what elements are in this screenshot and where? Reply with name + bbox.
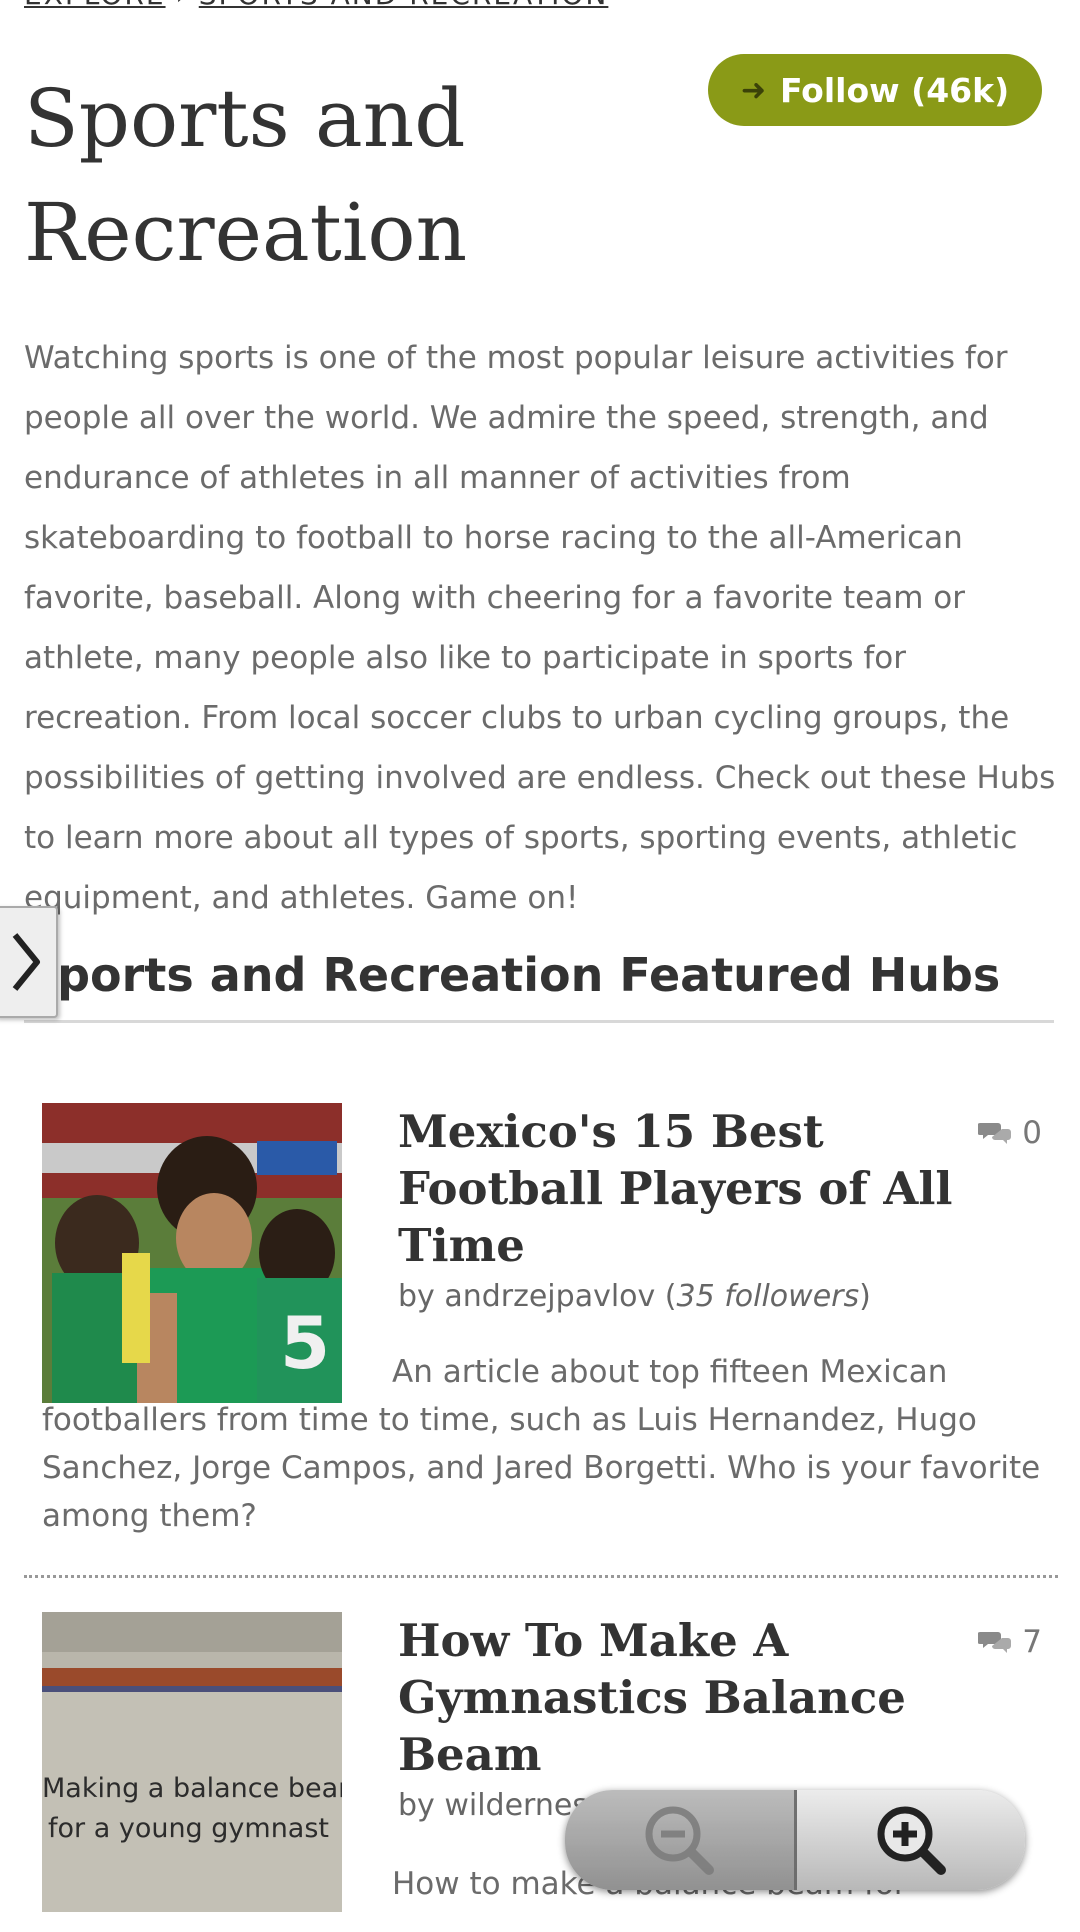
author-close-paren: )	[859, 1279, 871, 1314]
author-byline[interactable]: by andrzejpavlov (	[398, 1279, 677, 1314]
comment-count[interactable]: 0	[978, 1115, 1042, 1151]
zoom-controls	[565, 1790, 1025, 1890]
arrow-right-icon: ➜	[740, 72, 766, 108]
zoom-in-button[interactable]	[797, 1790, 1026, 1890]
hub-summary-text: An article about top fifteen Mexican foo…	[42, 1354, 1041, 1534]
hub-summary: An article about top fifteen Mexican foo…	[42, 1348, 1052, 1540]
comment-bubbles-icon	[978, 1632, 1012, 1653]
comment-bubbles-icon	[978, 1123, 1012, 1144]
breadcrumb-explore-link[interactable]: EXPLORE	[24, 0, 166, 11]
author-byline[interactable]: by wildernes	[398, 1788, 588, 1823]
side-panel-toggle[interactable]	[0, 906, 58, 1018]
hub-item: 5 0 Mexico's 15 Best Football Players of…	[24, 1103, 1058, 1578]
comment-count-value: 7	[1022, 1624, 1042, 1660]
breadcrumb-separator: ›	[176, 0, 189, 11]
hub-title-link[interactable]: Mexico's 15 Best Football Players of All…	[398, 1103, 958, 1274]
hub-title-link[interactable]: How To Make A Gymnastics Balance Beam	[398, 1612, 958, 1783]
comment-count[interactable]: 7	[978, 1624, 1042, 1660]
hub-author: by wildernes	[398, 1788, 588, 1823]
chevron-right-icon	[12, 933, 40, 991]
thumb-caption-2: for a young gymnast	[48, 1813, 329, 1844]
hub-author: by andrzejpavlov (35 followers)	[398, 1279, 871, 1314]
zoom-out-button[interactable]	[565, 1790, 797, 1890]
follow-button[interactable]: ➜ Follow (46k)	[708, 54, 1042, 126]
featured-hubs-heading: Sports and Recreation Featured Hubs	[24, 948, 1054, 1023]
thumb-caption-1: Making a balance beam	[42, 1773, 342, 1804]
page-title: Sports and Recreation	[24, 72, 468, 279]
follow-label: Follow (46k)	[779, 70, 1010, 110]
author-followers: 35 followers	[676, 1279, 860, 1314]
breadcrumb-current-link[interactable]: SPORTS AND RECREATION	[199, 0, 609, 11]
topic-description: Watching sports is one of the most popul…	[24, 340, 1056, 916]
comment-count-value: 0	[1022, 1115, 1042, 1151]
zoom-in-icon	[877, 1806, 946, 1875]
breadcrumb: EXPLORE › SPORTS AND RECREATION	[24, 0, 608, 11]
zoom-out-icon	[645, 1806, 715, 1875]
